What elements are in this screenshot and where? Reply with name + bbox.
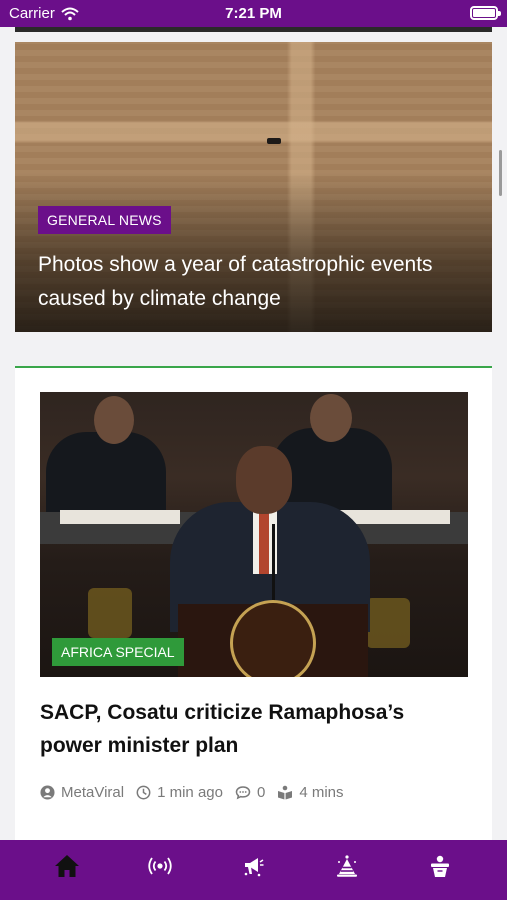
read-time-item: 4 mins bbox=[277, 783, 344, 801]
microphone bbox=[272, 524, 275, 604]
category-badge[interactable]: GENERAL NEWS bbox=[38, 206, 171, 234]
status-bar: Carrier 7:21 PM bbox=[0, 0, 507, 27]
comment-icon bbox=[235, 785, 251, 799]
clock-icon bbox=[136, 785, 151, 799]
time-item: 1 min ago bbox=[136, 784, 223, 801]
tab-announcements[interactable] bbox=[233, 848, 273, 884]
bottom-tab-bar bbox=[0, 840, 507, 900]
background-figure bbox=[310, 394, 352, 442]
broadcast-icon bbox=[148, 857, 172, 875]
crest-emblem bbox=[366, 598, 410, 648]
background-papers bbox=[340, 510, 450, 524]
speaker-head bbox=[236, 446, 292, 514]
user-icon bbox=[40, 784, 55, 800]
book-reader-icon bbox=[278, 785, 293, 799]
crest-emblem bbox=[88, 588, 132, 638]
scrollbar[interactable] bbox=[499, 150, 502, 196]
author-item[interactable]: MetaViral bbox=[40, 784, 124, 801]
background-figure bbox=[94, 396, 134, 444]
tab-live[interactable] bbox=[140, 848, 180, 884]
speaker-tie bbox=[259, 512, 269, 574]
party-icon bbox=[336, 855, 357, 877]
battery-icon bbox=[470, 6, 501, 20]
author-name[interactable]: MetaViral bbox=[61, 784, 124, 801]
article-image[interactable]: AFRICA SPECIAL bbox=[40, 392, 468, 677]
tab-events[interactable] bbox=[327, 848, 367, 884]
featured-headline[interactable]: Photos show a year of catastrophic event… bbox=[38, 248, 468, 316]
comments-item[interactable]: 0 bbox=[235, 784, 265, 801]
read-time: 4 mins bbox=[299, 783, 344, 801]
megaphone-icon bbox=[245, 858, 264, 877]
background-papers bbox=[60, 510, 180, 524]
time-ago: 1 min ago bbox=[157, 783, 223, 801]
previous-card-edge bbox=[15, 27, 492, 32]
article-meta: MetaViral 1 min ago 0 4 mins bbox=[40, 782, 356, 802]
article-title[interactable]: SACP, Cosatu criticize Ramaphosa’s power… bbox=[40, 696, 470, 762]
podium-seal bbox=[230, 600, 316, 677]
aerial-photo-detail bbox=[267, 138, 281, 144]
status-time: 7:21 PM bbox=[225, 5, 282, 22]
featured-article-card[interactable]: GENERAL NEWS Photos show a year of catas… bbox=[15, 42, 492, 332]
tab-awards[interactable] bbox=[420, 848, 460, 884]
tab-home[interactable] bbox=[47, 848, 87, 884]
background-figure bbox=[46, 432, 166, 522]
home-icon bbox=[54, 855, 79, 877]
category-badge[interactable]: AFRICA SPECIAL bbox=[52, 638, 184, 666]
comment-count[interactable]: 0 bbox=[257, 784, 265, 801]
article-card[interactable]: AFRICA SPECIAL SACP, Cosatu criticize Ra… bbox=[15, 366, 492, 844]
award-icon bbox=[431, 855, 450, 877]
